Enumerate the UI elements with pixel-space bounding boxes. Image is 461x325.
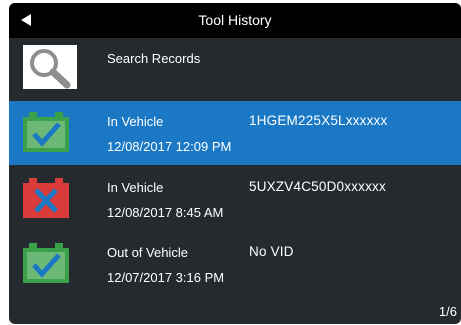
history-record-row[interactable]: In Vehicle 1HGEM225X5Lxxxxxx 12/08/2017 … (9, 101, 461, 165)
record-date: 12/08/2017 12:09 PM (107, 139, 232, 154)
battery-check-icon (23, 243, 69, 283)
search-records-item[interactable]: Search Records (9, 38, 461, 96)
record-status: Out of Vehicle (107, 245, 188, 260)
search-records-label: Search Records (107, 51, 201, 66)
record-vin: 1HGEM225X5Lxxxxxx (249, 113, 388, 128)
back-button[interactable] (9, 3, 49, 38)
battery-x-icon (23, 178, 69, 218)
history-record-row[interactable]: In Vehicle 5UXZV4C50D0xxxxxx 12/08/2017 … (9, 167, 461, 231)
screen: Tool History Search Records In Vehicle 1… (0, 0, 461, 325)
battery-check-icon (23, 112, 69, 152)
record-vin: 5UXZV4C50D0xxxxxx (249, 179, 386, 194)
tool-history-screen: Tool History Search Records In Vehicle 1… (9, 3, 461, 324)
record-vin: No VID (249, 244, 294, 259)
back-arrow-icon (21, 14, 31, 26)
record-date: 12/07/2017 3:16 PM (107, 270, 225, 285)
history-record-row[interactable]: Out of Vehicle No VID 12/07/2017 3:16 PM (9, 232, 461, 296)
page-indicator: 1/6 (438, 304, 457, 319)
record-date: 12/08/2017 8:45 AM (107, 205, 224, 220)
header-bar: Tool History (9, 3, 461, 38)
record-status: In Vehicle (107, 114, 164, 129)
page-title: Tool History (198, 12, 272, 28)
record-status: In Vehicle (107, 180, 164, 195)
magnifier-icon (23, 45, 77, 89)
